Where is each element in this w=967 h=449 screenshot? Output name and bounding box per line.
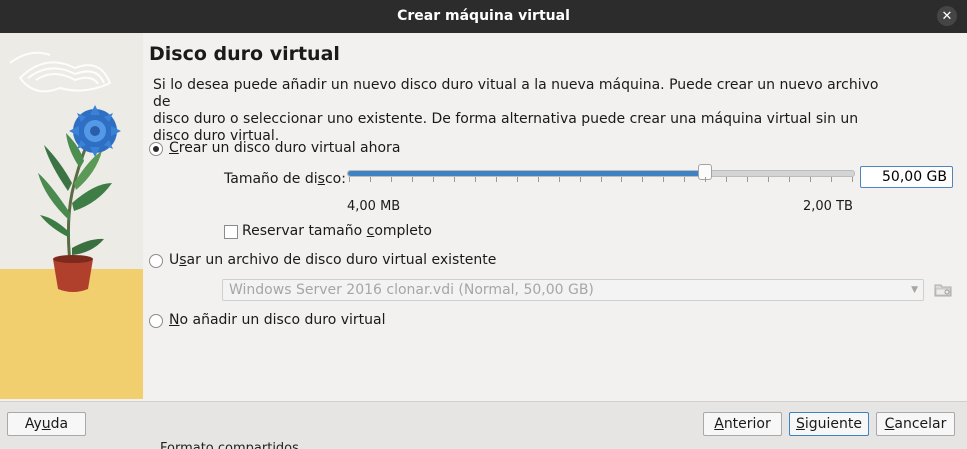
slider-tick xyxy=(538,177,539,182)
window-title: Crear máquina virtual xyxy=(397,8,570,24)
slider-tick xyxy=(663,177,664,182)
background-window-text: Formato compartidos xyxy=(160,441,299,449)
choose-disk-file-button[interactable] xyxy=(933,280,953,300)
use-existing-disk-radio[interactable] xyxy=(149,254,163,268)
slider-tick xyxy=(726,177,727,182)
chevron-down-icon: ▼ xyxy=(911,285,918,295)
slider-tick xyxy=(747,177,748,182)
folder-icon xyxy=(934,284,952,297)
slider-tick xyxy=(349,177,350,182)
use-existing-disk-label[interactable]: Usar un archivo de disco duro virtual ex… xyxy=(169,252,496,269)
description-line: disco duro o seleccionar uno existente. … xyxy=(153,111,859,127)
slider-tick xyxy=(559,177,560,182)
reserve-full-size-checkbox[interactable] xyxy=(224,225,238,239)
slider-tick xyxy=(412,177,413,182)
slider-tick xyxy=(454,177,455,182)
create-new-disk-radio[interactable] xyxy=(149,142,163,156)
slider-tick xyxy=(433,177,434,182)
slider-tick xyxy=(517,177,518,182)
slider-tick xyxy=(621,177,622,182)
help-button[interactable]: Ayuda xyxy=(7,412,86,436)
no-disk-label[interactable]: No añadir un disco duro virtual xyxy=(169,312,385,329)
dialog-footer: Ayuda Anterior Siguiente Cancelar xyxy=(0,401,967,449)
slider-tick xyxy=(852,177,853,182)
slider-tick xyxy=(580,177,581,182)
description-line: Si lo desea puede añadir un nuevo disco … xyxy=(153,77,879,110)
back-button[interactable]: Anterior xyxy=(703,412,782,436)
slider-tick xyxy=(601,177,602,182)
create-vm-dialog: Crear máquina virtual ✕ Disco duro virtu… xyxy=(0,0,967,449)
title-bar[interactable]: Crear máquina virtual ✕ xyxy=(0,0,967,33)
slider-tick xyxy=(789,177,790,182)
disk-size-slider[interactable] xyxy=(347,170,855,177)
plant-illustration xyxy=(0,33,143,399)
slider-tick xyxy=(370,177,371,182)
close-icon[interactable]: ✕ xyxy=(937,6,957,26)
no-disk-radio[interactable] xyxy=(149,314,163,328)
slider-tick xyxy=(705,177,706,182)
create-new-disk-label[interactable]: Crear un disco duro virtual ahora xyxy=(169,140,400,157)
slider-tick xyxy=(810,177,811,182)
disk-size-slider-fill xyxy=(348,171,705,176)
disk-size-input[interactable] xyxy=(860,166,953,188)
slider-tick xyxy=(768,177,769,182)
slider-tick xyxy=(684,177,685,182)
slider-tick xyxy=(496,177,497,182)
page-title: Disco duro virtual xyxy=(149,43,340,65)
existing-disk-value: Windows Server 2016 clonar.vdi (Normal, … xyxy=(229,282,594,298)
slider-tick xyxy=(831,177,832,182)
slider-tick xyxy=(391,177,392,182)
page-description: Si lo desea puede añadir un nuevo disco … xyxy=(153,77,883,145)
wizard-illustration xyxy=(0,33,143,399)
wizard-body: Disco duro virtual Si lo desea puede aña… xyxy=(0,33,967,401)
reserve-full-size-label[interactable]: Reservar tamaño completo xyxy=(242,223,432,240)
next-button[interactable]: Siguiente xyxy=(789,412,869,436)
disk-size-label: Tamaño de disco: xyxy=(224,171,346,187)
disk-size-min-label: 4,00 MB xyxy=(347,199,401,214)
disk-size-slider-ticks xyxy=(349,177,853,183)
existing-disk-select[interactable]: Windows Server 2016 clonar.vdi (Normal, … xyxy=(222,279,924,301)
slider-tick xyxy=(642,177,643,182)
cancel-button[interactable]: Cancelar xyxy=(876,412,955,436)
slider-tick xyxy=(475,177,476,182)
disk-size-max-label: 2,00 TB xyxy=(803,199,853,214)
